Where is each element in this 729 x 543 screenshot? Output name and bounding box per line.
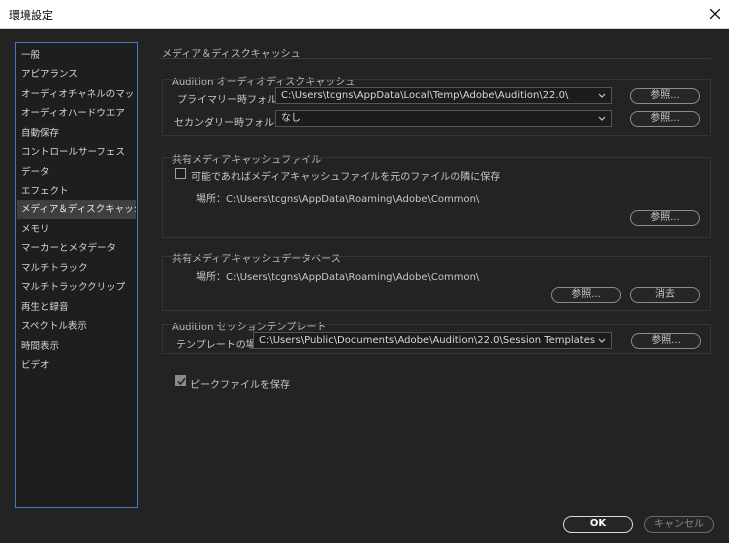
sidebar-item-general[interactable]: 一般 [17, 46, 136, 65]
chevron-down-icon [598, 338, 606, 343]
sidebar-item-auto-save[interactable]: 自動保存 [17, 124, 136, 143]
shared-media-db-location: 場所：C:\Users\tcgns\AppData\Roaming\Adobe\… [196, 272, 480, 283]
category-list[interactable]: 一般 アピアランス オーディオチャネルのマッピング オーディオハードウエア 自動… [15, 42, 138, 508]
sidebar-item-multitrack-clips[interactable]: マルチトラッククリップ [17, 278, 136, 297]
template-location-value: C:\Users\Public\Documents\Adobe\Audition… [259, 335, 596, 346]
secondary-folder-dropdown[interactable]: なし [275, 110, 612, 127]
save-cache-next-to-original-checkbox[interactable] [175, 168, 186, 179]
close-button[interactable] [701, 0, 729, 28]
sidebar-item-audio-hardware[interactable]: オーディオハードウエア [17, 104, 136, 123]
sidebar-item-multitrack[interactable]: マルチトラック [17, 259, 136, 278]
primary-folder-dropdown[interactable]: C:\Users\tcgns\AppData\Local\Temp\Adobe\… [275, 87, 612, 104]
sidebar-item-memory[interactable]: メモリ [17, 220, 136, 239]
sidebar-item-video[interactable]: ビデオ [17, 356, 136, 375]
shared-media-db-browse-button[interactable]: 参照... [551, 287, 621, 303]
sidebar-item-effects[interactable]: エフェクト [17, 182, 136, 201]
clear-button[interactable]: 消去 [630, 287, 700, 303]
sidebar-item-appearance[interactable]: アピアランス [17, 65, 136, 84]
cancel-button[interactable]: キャンセル [644, 516, 714, 533]
sidebar-item-markers-metadata[interactable]: マーカーとメタデータ [17, 239, 136, 258]
save-cache-next-to-original-label: 可能であればメディアキャッシュファイルを元のファイルの隣に保存 [191, 172, 501, 183]
chevron-down-icon [598, 93, 606, 98]
checkmark-icon [177, 378, 186, 386]
secondary-browse-button[interactable]: 参照... [630, 111, 700, 127]
sidebar-item-media-disk-cache[interactable]: メディア＆ディスクキャッシュ [17, 200, 136, 219]
save-peak-files-checkbox[interactable] [175, 375, 186, 386]
sidebar-item-spectral-display[interactable]: スペクトル表示 [17, 317, 136, 336]
shared-media-file-location: 場所：C:\Users\tcgns\AppData\Roaming\Adobe\… [196, 194, 480, 205]
sidebar-item-data[interactable]: データ [17, 163, 136, 182]
sidebar-item-time-display[interactable]: 時間表示 [17, 337, 136, 356]
title-bar: 環境設定 [0, 0, 729, 29]
window-title: 環境設定 [9, 9, 53, 22]
sidebar-item-control-surface[interactable]: コントロールサーフェス [17, 143, 136, 162]
primary-folder-value: C:\Users\tcgns\AppData\Local\Temp\Adobe\… [281, 90, 569, 101]
ok-button[interactable]: OK [563, 516, 633, 533]
close-icon [710, 9, 720, 19]
sidebar-item-audio-channel-mapping[interactable]: オーディオチャネルのマッピング [17, 85, 136, 104]
save-peak-files-label: ピークファイルを保存 [190, 380, 290, 391]
section-divider [160, 58, 711, 59]
sidebar-item-playback-recording[interactable]: 再生と録音 [17, 298, 136, 317]
shared-media-file-browse-button[interactable]: 参照... [630, 210, 700, 226]
template-location-dropdown[interactable]: C:\Users\Public\Documents\Adobe\Audition… [253, 332, 612, 349]
shared-media-db-group [162, 256, 711, 311]
template-browse-button[interactable]: 参照... [631, 333, 701, 349]
primary-browse-button[interactable]: 参照... [630, 88, 700, 104]
chevron-down-icon [598, 116, 606, 121]
secondary-folder-value: なし [281, 113, 301, 124]
